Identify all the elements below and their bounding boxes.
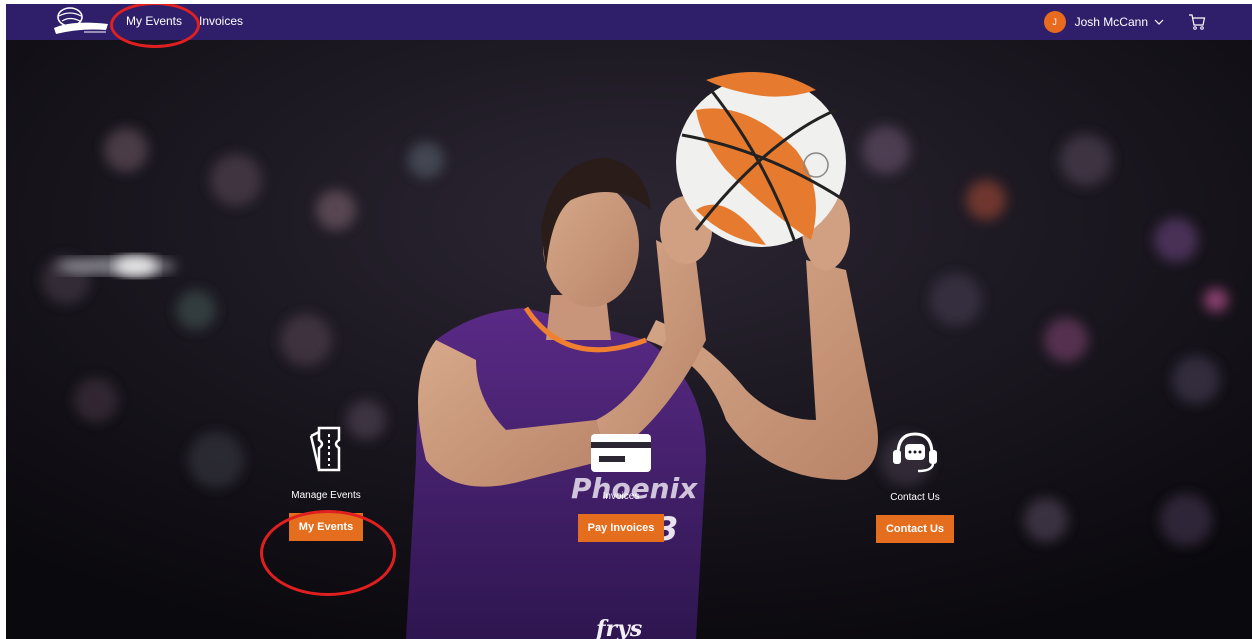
nav-my-events-link[interactable]: My Events: [126, 14, 182, 28]
app-window: My Events Invoices J Josh McCann 3 Phoen…: [6, 4, 1252, 639]
hero-banner: 3 Phoenix frys: [6, 40, 1252, 639]
my-events-button[interactable]: My Events: [288, 513, 364, 541]
chevron-down-icon: [1154, 19, 1164, 25]
tile-caption: Manage Events: [291, 490, 361, 501]
tile-contact-us: Contact Us Contact Us: [825, 430, 1005, 543]
sponsor-text: frys: [594, 616, 642, 639]
phoenix-mercury-logo[interactable]: [50, 6, 112, 38]
hero-photo: 3 Phoenix frys: [6, 40, 1252, 639]
pay-invoices-button[interactable]: Pay Invoices: [577, 514, 665, 542]
nav-invoices-link[interactable]: Invoices: [199, 14, 243, 28]
avatar: J: [1043, 11, 1066, 33]
ticket-icon: [309, 426, 341, 472]
tile-invoices: Invoices Pay Invoices: [531, 433, 711, 542]
tile-caption: Contact Us: [890, 492, 940, 503]
contact-us-button[interactable]: Contact Us: [875, 515, 955, 543]
shopping-cart-icon[interactable]: [1188, 13, 1206, 31]
tile-caption: Invoices: [602, 491, 640, 502]
headset-chat-icon: [893, 432, 937, 473]
user-name: Josh McCann: [1074, 15, 1148, 29]
user-menu[interactable]: J Josh McCann: [1043, 11, 1164, 33]
tile-manage-events: Manage Events My Events: [236, 426, 416, 541]
credit-card-icon: [591, 434, 651, 472]
top-navbar: My Events Invoices J Josh McCann: [6, 4, 1252, 40]
